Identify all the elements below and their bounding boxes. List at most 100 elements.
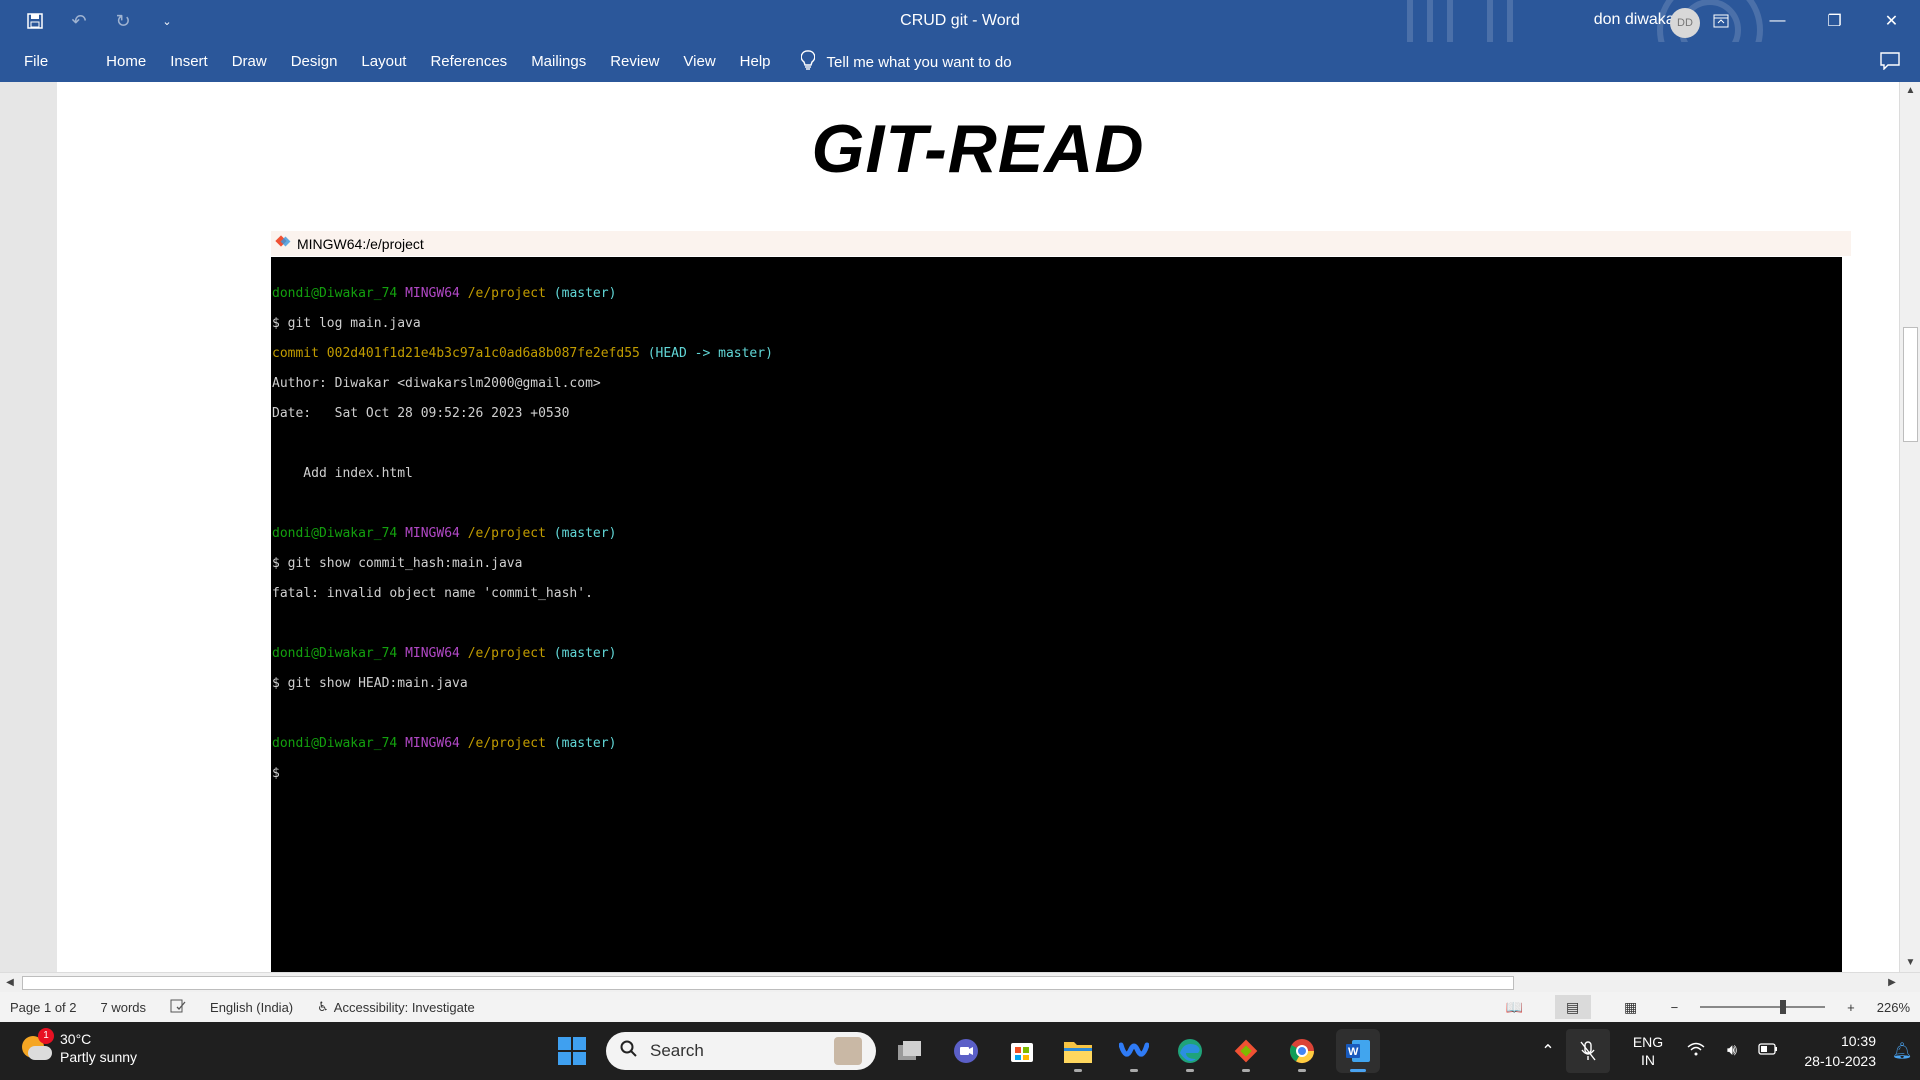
tab-review[interactable]: Review — [598, 42, 671, 82]
language[interactable]: English (India) — [210, 1000, 293, 1015]
command-line: $ git show commit_hash:main.java — [272, 556, 523, 571]
prompt-user: dondi@Diwakar_74 — [272, 646, 398, 661]
git-gui-icon[interactable] — [1224, 1029, 1268, 1073]
clock[interactable]: 10:39 28-10-2023 — [1786, 1031, 1876, 1071]
zoom-slider-knob[interactable] — [1780, 1000, 1787, 1014]
word-taskbar-icon[interactable]: W — [1336, 1029, 1380, 1073]
clock-time: 10:39 — [1840, 1033, 1876, 1049]
prompt-path: /e/project — [467, 286, 546, 301]
print-layout-icon[interactable]: ▤ — [1554, 995, 1591, 1019]
user-name[interactable]: don diwakar — [1594, 11, 1680, 29]
tab-design[interactable]: Design — [279, 42, 350, 82]
taskbar: 1 30°C Partly sunny Search W ⌃ ENG IN 🔊︎… — [0, 1022, 1920, 1080]
ribbon-tabs: File Home Insert Draw Design Layout Refe… — [0, 42, 1920, 82]
region-code: IN — [1641, 1052, 1655, 1068]
temperature: 30°C — [60, 1031, 92, 1047]
search-icon — [620, 1040, 638, 1063]
proofing-icon[interactable] — [170, 999, 186, 1016]
read-mode-icon[interactable]: 📖 — [1497, 995, 1533, 1019]
search-highlight-image — [834, 1037, 862, 1065]
close-icon[interactable]: ✕ — [1863, 0, 1920, 42]
weather-badge: 1 — [38, 1028, 54, 1044]
start-button[interactable] — [550, 1029, 594, 1073]
commit-head-ref: (HEAD -> master) — [647, 346, 773, 361]
tab-draw[interactable]: Draw — [220, 42, 279, 82]
accessibility-label: Accessibility: Investigate — [333, 999, 475, 1015]
tell-me-label: Tell me what you want to do — [826, 53, 1012, 71]
zoom-level[interactable]: 226% — [1877, 1000, 1910, 1015]
prompt-branch: (master) — [553, 526, 617, 541]
show-hidden-icons-icon[interactable]: ⌃ — [1530, 1041, 1566, 1061]
accessibility-status[interactable]: ♿ Accessibility: Investigate — [317, 999, 475, 1015]
search-label: Search — [650, 1041, 704, 1060]
microsoft-store-icon[interactable] — [1000, 1029, 1044, 1073]
tab-home[interactable]: Home — [94, 42, 158, 82]
document-heading: GIT-READ — [811, 111, 1145, 187]
accessibility-icon: ♿ — [317, 999, 329, 1014]
tab-view[interactable]: View — [671, 42, 727, 82]
teams-chat-icon[interactable] — [944, 1029, 988, 1073]
file-explorer-icon[interactable] — [1056, 1029, 1100, 1073]
svg-text:W: W — [1348, 1046, 1359, 1058]
notification-bell-icon[interactable]: 🔔︎ — [1884, 1041, 1920, 1061]
zoom-slider[interactable] — [1700, 1000, 1826, 1014]
horizontal-scroll-thumb[interactable] — [22, 976, 1514, 990]
restore-icon[interactable]: ❐ — [1806, 0, 1863, 42]
task-view-icon[interactable] — [888, 1029, 932, 1073]
volume-icon[interactable]: 🔊︎ — [1714, 1042, 1750, 1060]
zoom-out-icon[interactable]: − — [1671, 1000, 1679, 1015]
tab-layout[interactable]: Layout — [349, 42, 418, 82]
scroll-down-icon[interactable]: ▼ — [1900, 954, 1920, 972]
zoom-in-icon[interactable]: + — [1847, 1000, 1855, 1015]
prompt-branch: (master) — [553, 646, 617, 661]
tab-insert[interactable]: Insert — [158, 42, 220, 82]
minimize-icon[interactable]: — — [1749, 0, 1806, 42]
chrome-icon[interactable] — [1280, 1029, 1324, 1073]
prompt-path: /e/project — [467, 526, 546, 541]
web-layout-icon[interactable]: ▦ — [1613, 995, 1649, 1019]
prompt-user: dondi@Diwakar_74 — [272, 526, 398, 541]
prompt-branch: (master) — [553, 286, 617, 301]
prompt-user: dondi@Diwakar_74 — [272, 736, 398, 751]
prompt-path: /e/project — [467, 736, 546, 751]
clock-date: 28-10-2023 — [1804, 1053, 1876, 1069]
tab-help[interactable]: Help — [728, 42, 783, 82]
page-count[interactable]: Page 1 of 2 — [10, 1000, 77, 1015]
weather-condition: Partly sunny — [60, 1049, 138, 1065]
prompt-env: MINGW64 — [405, 646, 460, 661]
scroll-up-icon[interactable]: ▲ — [1900, 82, 1920, 100]
status-bar: Page 1 of 2 7 words English (India) ♿ Ac… — [0, 992, 1920, 1022]
ribbon-display-icon[interactable] — [1692, 0, 1749, 42]
vertical-scrollbar[interactable]: ▲ ▼ — [1899, 82, 1920, 972]
commit-date: Date: Sat Oct 28 09:52:26 2023 +0530 — [272, 406, 570, 421]
webex-icon[interactable] — [1112, 1029, 1156, 1073]
commit-hash: commit 002d401f1d21e4b3c97a1c0ad6a8b087f… — [272, 346, 640, 361]
edge-icon[interactable] — [1168, 1029, 1212, 1073]
lightbulb-icon — [800, 50, 815, 74]
prompt-env: MINGW64 — [405, 736, 460, 751]
window-controls: — ❐ ✕ — [1692, 0, 1920, 42]
terminal-output: dondi@Diwakar_74 MINGW64 /e/project (mas… — [271, 257, 1842, 972]
tab-mailings[interactable]: Mailings — [519, 42, 598, 82]
wifi-icon[interactable] — [1678, 1042, 1714, 1061]
weather-widget[interactable]: 1 30°C Partly sunny — [20, 1028, 138, 1066]
taskbar-search[interactable]: Search — [606, 1032, 876, 1070]
comments-icon[interactable] — [1880, 52, 1900, 75]
language-code: ENG — [1632, 1034, 1664, 1050]
microphone-muted-icon[interactable] — [1566, 1029, 1610, 1073]
vertical-scroll-thumb[interactable] — [1903, 327, 1918, 442]
prompt-branch: (master) — [553, 736, 617, 751]
scroll-left-icon[interactable]: ◀ — [0, 973, 20, 993]
tab-references[interactable]: References — [418, 42, 519, 82]
prompt-env: MINGW64 — [405, 286, 460, 301]
windows-icon — [558, 1037, 586, 1065]
tab-file[interactable]: File — [0, 42, 72, 82]
word-count[interactable]: 7 words — [101, 1000, 147, 1015]
battery-icon[interactable] — [1750, 1042, 1786, 1060]
tell-me-box[interactable]: Tell me what you want to do — [800, 50, 1012, 74]
title-bar: ↶ ↻ ⌄ CRUD git - Word don diwakar DD — ❐… — [0, 0, 1920, 80]
prompt-user: dondi@Diwakar_74 — [272, 286, 398, 301]
horizontal-scrollbar[interactable]: ◀ ▶ — [0, 972, 1920, 992]
scroll-right-icon[interactable]: ▶ — [1882, 973, 1902, 993]
input-language[interactable]: ENG IN — [1618, 1033, 1678, 1069]
